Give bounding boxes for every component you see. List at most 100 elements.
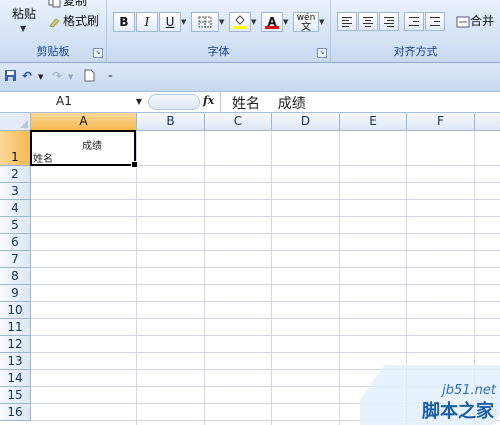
gridline-v (339, 131, 340, 425)
column-header-d[interactable]: D (272, 113, 340, 131)
row-header-8[interactable]: 8 (0, 268, 31, 285)
merge-icon (456, 16, 470, 27)
name-box-value: A1 (56, 94, 72, 108)
paste-dropdown-icon[interactable]: ▼ (20, 24, 26, 33)
row-header-13[interactable]: 13 (0, 353, 31, 370)
fill-color-dropdown-icon[interactable]: ▼ (251, 12, 256, 32)
font-color-button[interactable]: A (261, 12, 283, 32)
phonetic-button[interactable]: wén 文 (293, 12, 319, 33)
new-document-icon[interactable] (84, 69, 95, 85)
fill-color-button[interactable] (229, 12, 251, 32)
font-color-dropdown-icon[interactable]: ▼ (283, 12, 288, 32)
align-left-button[interactable] (337, 12, 357, 31)
row-header-16[interactable]: 16 (0, 404, 31, 421)
row-header-4[interactable]: 4 (0, 200, 31, 217)
ribbon: 粘贴 ▼ 复制 格式刷 剪贴板 ↘ B I U ▼ ▼ ▼ A ▼ wén 文 … (0, 0, 500, 63)
fill-color-swatch (233, 26, 247, 29)
row-header-14[interactable]: 14 (0, 370, 31, 387)
formula-bar: A1 ▼ fx 姓名 成绩 (0, 92, 500, 113)
formula-input[interactable]: 姓名 成绩 (232, 93, 306, 113)
formula-separator (220, 92, 221, 112)
column-header-b[interactable]: B (137, 113, 205, 131)
copy-button[interactable]: 复制 (48, 0, 87, 8)
row-header-7[interactable]: 7 (0, 251, 31, 268)
increase-indent-button[interactable] (425, 12, 445, 31)
gridline-h (31, 250, 500, 251)
font-group-label: 字体 (207, 45, 230, 58)
underline-dropdown-icon[interactable]: ▼ (181, 12, 186, 32)
format-painter-icon (48, 16, 61, 28)
column-header-c[interactable]: C (205, 113, 272, 131)
fill-handle[interactable] (131, 161, 138, 168)
name-box[interactable]: A1 ▼ (4, 93, 144, 110)
row-header-6[interactable]: 6 (0, 234, 31, 251)
copy-label: 复制 (63, 0, 88, 8)
gridline-h (31, 216, 500, 217)
watermark: jb51.net 脚本之家 (360, 365, 500, 425)
row-header-11[interactable]: 11 (0, 319, 31, 336)
format-painter-label: 格式刷 (63, 14, 100, 28)
row-header-9[interactable]: 9 (0, 285, 31, 302)
merge-center-button[interactable]: 合并 (456, 12, 494, 29)
column-header-f[interactable]: F (407, 113, 475, 131)
watermark-url: jb51.net (442, 383, 496, 398)
merge-label: 合并 (470, 14, 495, 28)
gridline-v (271, 131, 272, 425)
align-center-button[interactable] (358, 12, 378, 31)
decrease-indent-button[interactable] (404, 12, 424, 31)
gridline-v (136, 131, 137, 425)
formula-bar-toggle[interactable] (148, 94, 200, 110)
column-header-a[interactable]: A (31, 113, 137, 131)
undo-dropdown-icon[interactable]: ▼ (38, 73, 43, 81)
gridline-h (31, 301, 500, 302)
alignment-group: 合并 对齐方式 (331, 0, 500, 62)
phonetic-dropdown-icon[interactable]: ▼ (319, 12, 324, 32)
border-button[interactable] (191, 12, 219, 32)
cell-a1[interactable]: 成绩 姓名 (30, 130, 138, 168)
insert-function-icon[interactable]: fx (203, 94, 214, 107)
row-header-2[interactable]: 2 (0, 166, 31, 183)
paste-button[interactable]: 粘贴 (12, 5, 36, 22)
row-header-12[interactable]: 12 (0, 336, 31, 353)
name-box-dropdown-icon[interactable]: ▼ (136, 93, 142, 110)
italic-button[interactable]: I (136, 12, 158, 32)
redo-icon[interactable]: ↷ (52, 69, 62, 83)
undo-icon[interactable]: ↶ (22, 69, 32, 83)
row-header-15[interactable]: 15 (0, 387, 31, 404)
copy-icon (48, 0, 61, 8)
border-dropdown-icon[interactable]: ▼ (219, 12, 224, 32)
font-color-swatch (265, 26, 279, 29)
clipboard-launcher-icon[interactable]: ↘ (93, 48, 103, 58)
redo-dropdown-icon[interactable]: ▼ (68, 73, 73, 81)
quick-access-toolbar: ↶ ▼ ↷ ▼ ₌ (0, 63, 500, 92)
gridline-h (31, 284, 500, 285)
format-painter-button[interactable]: 格式刷 (48, 12, 99, 28)
border-icon (198, 16, 212, 28)
gridline-h (31, 335, 500, 336)
phonetic-char: 文 (301, 22, 311, 33)
bold-button[interactable]: B (113, 12, 135, 32)
column-header-g[interactable] (475, 113, 500, 131)
row-header-10[interactable]: 10 (0, 302, 31, 319)
clipboard-group-label: 剪贴板 (36, 45, 70, 58)
underline-button[interactable]: U (159, 12, 181, 32)
row-header-3[interactable]: 3 (0, 183, 31, 200)
gridline-h (31, 182, 500, 183)
select-all-button[interactable] (0, 113, 31, 131)
font-launcher-icon[interactable]: ↘ (317, 48, 327, 58)
cell-a1-line2: 姓名 (33, 154, 53, 165)
gridline-h (31, 352, 500, 353)
watermark-name: 脚本之家 (422, 401, 494, 422)
save-icon[interactable] (4, 69, 17, 85)
fill-bucket-icon (235, 15, 245, 25)
font-group: B I U ▼ ▼ ▼ A ▼ wén 文 ▼ 字体 ↘ (107, 0, 331, 62)
gridline-h (31, 199, 500, 200)
align-right-button[interactable] (379, 12, 399, 31)
gridline-h (31, 233, 500, 234)
row-header-1[interactable]: 1 (0, 131, 31, 166)
column-header-e[interactable]: E (340, 113, 407, 131)
customize-qat-icon[interactable]: ₌ (108, 71, 113, 81)
row-header-5[interactable]: 5 (0, 217, 31, 234)
gridline-h (31, 318, 500, 319)
gridline-v (204, 131, 205, 425)
